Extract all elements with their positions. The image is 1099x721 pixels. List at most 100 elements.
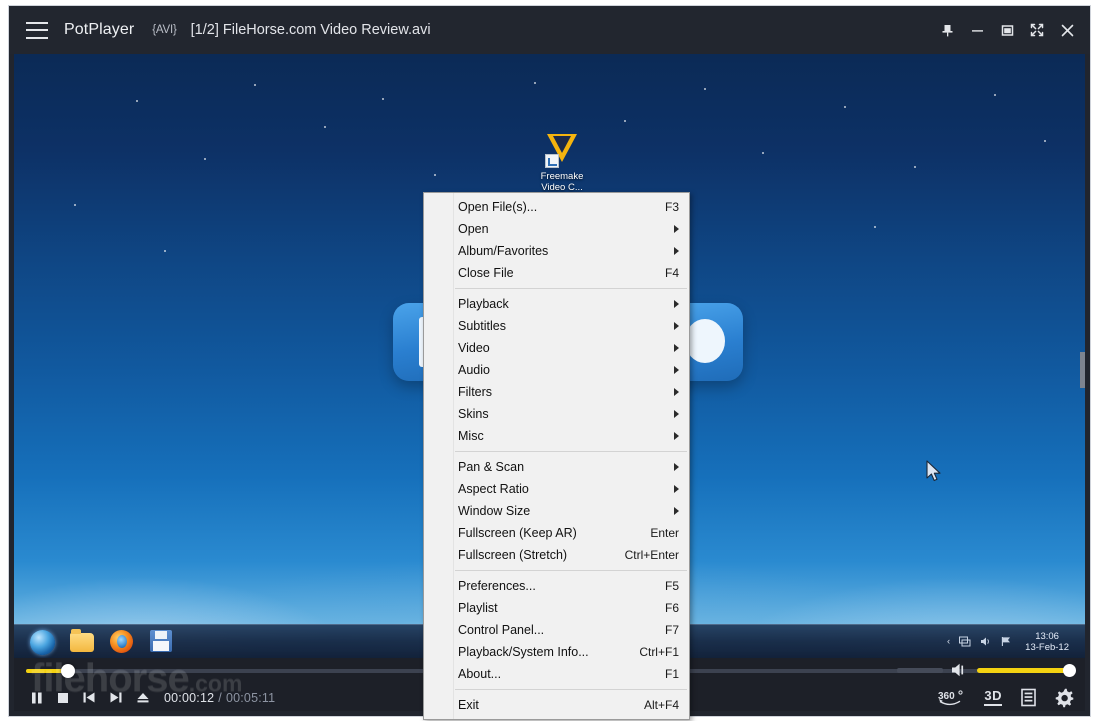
pin-icon — [942, 24, 952, 36]
firefox-icon — [110, 629, 133, 653]
potplayer-window-root: PotPlayer {AVI} [1/2] FileHorse.com Vide… — [0, 0, 1099, 721]
menu-item[interactable]: Window Size — [424, 500, 689, 522]
star-dot — [204, 158, 206, 160]
menu-item[interactable]: Playlist F6 — [424, 597, 689, 619]
pause-button[interactable] — [30, 691, 44, 705]
desktop-icon-freemake[interactable]: Freemake Video C... — [525, 134, 599, 193]
menu-item[interactable]: About... F1 — [424, 663, 689, 685]
video-edge-scroll-nub[interactable] — [1080, 352, 1085, 388]
floppy-disk-icon — [150, 629, 172, 652]
menu-item[interactable]: Audio — [424, 359, 689, 381]
stop-button[interactable] — [57, 692, 69, 704]
hamburger-menu-icon[interactable] — [26, 21, 48, 39]
menu-item-label: Open File(s)... — [458, 200, 538, 214]
taskbar-firefox[interactable] — [110, 629, 134, 654]
menu-item-label: Playback/System Info... — [458, 645, 589, 659]
menu-item-label: Control Panel... — [458, 623, 545, 637]
menu-item[interactable]: Aspect Ratio — [424, 478, 689, 500]
maximize-button[interactable] — [992, 13, 1022, 47]
submenu-arrow-icon — [674, 344, 679, 352]
menu-separator — [455, 689, 687, 690]
next-button[interactable] — [109, 691, 123, 704]
minimize-icon — [971, 29, 983, 32]
menu-item[interactable]: Preferences... F5 — [424, 575, 689, 597]
menu-item-label: About... — [458, 667, 502, 681]
three-d-button[interactable]: 3D — [984, 689, 1002, 706]
vr-360-button[interactable]: 360 — [936, 688, 966, 708]
eject-button[interactable] — [136, 691, 150, 704]
star-dot — [324, 126, 326, 128]
window-controls — [932, 6, 1082, 54]
submenu-arrow-icon — [674, 322, 679, 330]
menu-item-label: Open — [458, 222, 489, 236]
minimize-button[interactable] — [962, 13, 992, 47]
previous-icon — [83, 692, 95, 703]
format-badge: {AVI} — [152, 24, 177, 36]
vr-360-icon: 360 — [938, 689, 963, 705]
menu-item-accelerator: F6 — [664, 601, 679, 615]
menu-item[interactable]: Playback/System Info... Ctrl+F1 — [424, 641, 689, 663]
menu-item[interactable]: Filters — [424, 381, 689, 403]
menu-item-accelerator: F5 — [664, 579, 679, 593]
menu-item[interactable]: Video — [424, 337, 689, 359]
context-menu[interactable]: Open File(s)... F3 Open Album/Favorites Clos… — [423, 192, 690, 720]
show-hidden-icon[interactable]: ‹ — [947, 636, 950, 647]
menu-item-label: Fullscreen (Keep AR) — [458, 526, 577, 540]
submenu-arrow-icon — [674, 388, 679, 396]
menu-item-label: Aspect Ratio — [458, 482, 529, 496]
star-dot — [434, 174, 436, 176]
menu-item[interactable]: Open — [424, 218, 689, 240]
taskbar-explorer[interactable] — [70, 628, 94, 654]
action-center-icon[interactable] — [1001, 636, 1012, 647]
close-button[interactable] — [1052, 13, 1082, 47]
volume-icon[interactable] — [980, 636, 992, 647]
system-tray: ‹ 13:06 13-Feb-12 — [947, 631, 1075, 653]
gear-icon — [1055, 688, 1074, 707]
taskbar-clock[interactable]: 13:06 13-Feb-12 — [1025, 631, 1069, 653]
speaker-icon[interactable] — [951, 662, 969, 678]
windows-orb-icon — [30, 629, 55, 655]
menu-item-label: Album/Favorites — [458, 244, 549, 258]
menu-item[interactable]: Open File(s)... F3 — [424, 196, 689, 218]
menu-item-label: Filters — [458, 385, 493, 399]
menu-item[interactable]: Fullscreen (Stretch) Ctrl+Enter — [424, 544, 689, 566]
menu-item-label: Playlist — [458, 601, 498, 615]
seek-handle[interactable] — [61, 664, 75, 678]
star-dot — [624, 120, 626, 122]
time-display: 00:00:12/00:05:11 — [164, 691, 275, 705]
network-icon[interactable] — [959, 636, 971, 647]
volume-slider[interactable] — [977, 663, 1076, 677]
taskbar-save[interactable] — [150, 629, 174, 654]
menu-item[interactable]: Fullscreen (Keep AR) Enter — [424, 522, 689, 544]
menu-item-accelerator: Ctrl+F1 — [639, 645, 679, 659]
menu-item[interactable]: Exit Alt+F4 — [424, 694, 689, 716]
menu-item[interactable]: Pan & Scan — [424, 456, 689, 478]
menu-item[interactable]: Control Panel... F7 — [424, 619, 689, 641]
menu-item[interactable]: Skins — [424, 403, 689, 425]
menu-item[interactable]: Misc — [424, 425, 689, 447]
playlist-button[interactable] — [1020, 688, 1037, 707]
taskbar-items — [30, 628, 174, 655]
star-dot — [164, 250, 166, 252]
menu-item[interactable]: Close File F4 — [424, 262, 689, 284]
star-dot — [844, 106, 846, 108]
time-current: 00:00:12 — [164, 690, 215, 705]
menu-separator — [455, 451, 687, 452]
menu-item[interactable]: Playback — [424, 293, 689, 315]
title-bar: PotPlayer {AVI} [1/2] FileHorse.com Vide… — [9, 6, 1090, 54]
volume-handle[interactable] — [1063, 663, 1076, 677]
taskbar-start-button[interactable] — [30, 629, 55, 655]
clock-time: 13:06 — [1035, 630, 1059, 642]
fullscreen-button[interactable] — [1022, 13, 1052, 47]
previous-button[interactable] — [82, 691, 96, 704]
settings-button[interactable] — [1055, 688, 1075, 708]
star-dot — [74, 204, 76, 206]
pin-button[interactable] — [932, 13, 962, 47]
menu-item[interactable]: Subtitles — [424, 315, 689, 337]
star-dot — [914, 166, 916, 168]
menu-item[interactable]: Album/Favorites — [424, 240, 689, 262]
right-controls: 360 3D — [936, 688, 1075, 708]
menu-item-label: Audio — [458, 363, 490, 377]
star-dot — [994, 94, 996, 96]
menu-item-accelerator: Enter — [650, 526, 679, 540]
